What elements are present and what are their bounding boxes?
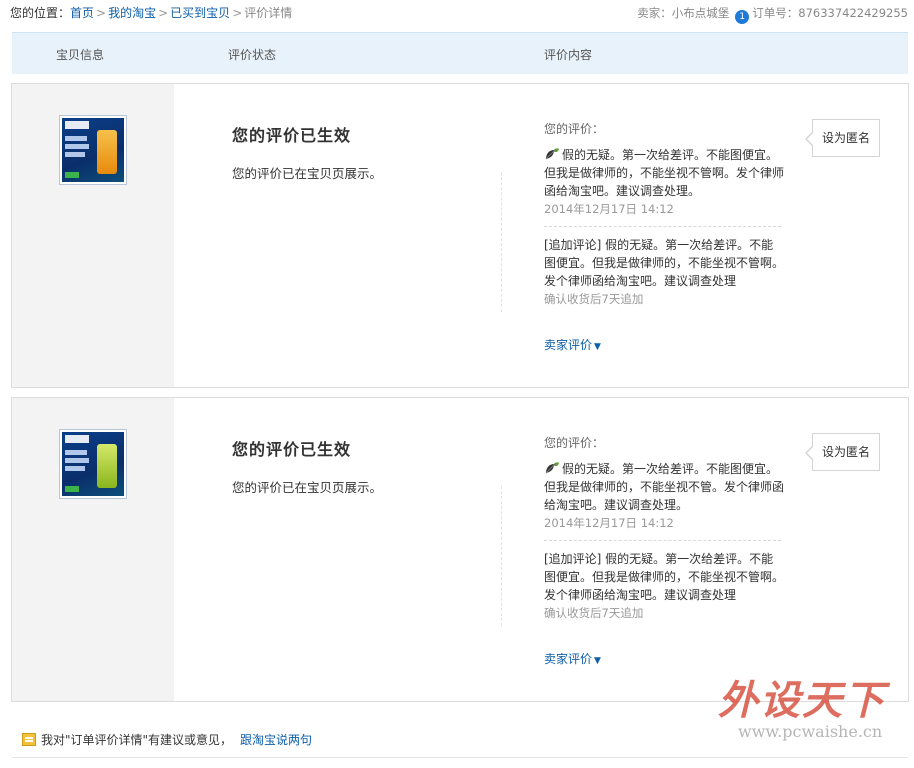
product-badge	[65, 486, 79, 492]
seller-review-toggle[interactable]: 卖家评价 ▼	[544, 336, 601, 353]
header-item-info: 宝贝信息	[56, 48, 105, 62]
breadcrumb: 您的位置：首页 > 我的淘宝 > 已买到宝贝 > 评价详情	[10, 4, 292, 21]
seller-review-label: 卖家评价	[544, 338, 593, 352]
breadcrumb-prefix: 您的位置：	[10, 6, 71, 20]
review-divider	[544, 540, 781, 541]
review-date: 2014年12月17日 14:12	[544, 202, 674, 216]
order-number: 876337422429255	[798, 6, 908, 20]
review-block: 您的评价已生效 您的评价已在宝贝页展示。 您的评价： 假的无疑。第一次给差评。不…	[11, 83, 909, 388]
table-header: 宝贝信息 评价状态 评价内容	[12, 32, 908, 74]
add-review-hint: 确认收货后7天追加	[544, 292, 644, 306]
column-divider	[501, 486, 502, 626]
seller-review-toggle[interactable]: 卖家评价 ▼	[544, 650, 601, 667]
my-review-label: 您的评价：	[544, 436, 605, 450]
seller-order-info: 卖家：小布点城堡 1 订单号：876337422429255	[637, 5, 908, 24]
watermark-logo-text: 外设天下	[718, 678, 886, 724]
review-text: 假的无疑。第一次给差评。不能图便宜。 但我是做律师的，不能坐视不管啊。发个律师 …	[544, 146, 789, 218]
item-info-cell	[12, 398, 174, 701]
status-title: 您的评价已生效	[232, 126, 352, 145]
chevron-down-icon: ▼	[594, 342, 601, 352]
status-title: 您的评价已生效	[232, 440, 352, 459]
set-anonymous-button[interactable]: 设为匿名	[805, 433, 880, 471]
add-review-line: [追加评论] 假的无疑。第一次给差评。不能	[544, 238, 774, 252]
breadcrumb-bought-link[interactable]: 已买到宝贝	[170, 6, 230, 20]
brand-logo	[65, 435, 89, 443]
top-bar: 您的位置：首页 > 我的淘宝 > 已买到宝贝 > 评价详情 卖家：小布点城堡 1 订单号：876…	[0, 0, 914, 24]
wangwang-chat-icon[interactable]: 1	[735, 10, 750, 24]
feedback-footer: 我对"订单评价详情"有建议或意见， 跟淘宝说两句	[22, 731, 312, 748]
item-info-cell	[12, 84, 174, 387]
watermark-url: www.pcwaishe.cn	[738, 722, 883, 741]
feedback-icon	[22, 733, 36, 746]
feedback-link[interactable]: 跟淘宝说两句	[240, 733, 312, 747]
product-text-line	[65, 136, 87, 141]
add-review-line: [追加评论] 假的无疑。第一次给差评。不能	[544, 552, 774, 566]
product-badge	[65, 172, 79, 178]
product-bottle	[97, 444, 117, 488]
product-image	[62, 118, 124, 182]
seller-name[interactable]: 小布点城堡	[672, 6, 730, 20]
additional-review: [追加评论] 假的无疑。第一次给差评。不能 图便宜。但我是做律师的，不能坐视不管…	[544, 550, 789, 622]
watermark: 外设天下 www.pcwaishe.cn	[712, 668, 892, 758]
review-line: 但我是做律师的，不能坐视不管啊。发个律师	[544, 166, 785, 180]
status-description: 您的评价已在宝贝页展示。	[232, 166, 383, 181]
product-text-line	[65, 152, 85, 157]
negative-review-leaf-icon	[545, 148, 559, 160]
my-review: 您的评价： 假的无疑。第一次给差评。不能图便宜。 但我是做律师的，不能坐视不管啊…	[544, 120, 789, 218]
breadcrumb-separator: >	[96, 6, 107, 20]
product-image	[62, 432, 124, 496]
breadcrumb-home-link[interactable]: 首页	[70, 6, 94, 20]
product-text-line	[65, 458, 89, 463]
additional-review: [追加评论] 假的无疑。第一次给差评。不能 图便宜。但我是做律师的，不能坐视不管…	[544, 236, 789, 308]
breadcrumb-separator: >	[158, 6, 169, 20]
review-line: 但我是做律师的，不能坐视不管。发个律师函	[544, 480, 785, 494]
add-review-line: 图便宜。但我是做律师的，不能坐视不管啊。	[544, 570, 785, 584]
review-text: 假的无疑。第一次给差评。不能图便宜。 但我是做律师的，不能坐视不管。发个律师函 …	[544, 460, 789, 532]
add-review-line: 图便宜。但我是做律师的，不能坐视不管啊。	[544, 256, 785, 270]
add-review-line: 发个律师函给淘宝吧。建议调查处理	[544, 274, 737, 288]
seller-label: 卖家：	[637, 6, 672, 20]
review-divider	[544, 226, 781, 227]
add-review-line: 发个律师函给淘宝吧。建议调查处理	[544, 588, 737, 602]
set-anonymous-button[interactable]: 设为匿名	[805, 119, 880, 157]
product-thumbnail[interactable]	[59, 115, 127, 185]
product-text-line	[65, 466, 85, 471]
my-review: 您的评价： 假的无疑。第一次给差评。不能图便宜。 但我是做律师的，不能坐视不管。…	[544, 434, 789, 532]
review-line: 假的无疑。第一次给差评。不能图便宜。	[562, 148, 779, 162]
product-thumbnail[interactable]	[59, 429, 127, 499]
negative-review-leaf-icon	[545, 462, 559, 474]
header-review-content: 评价内容	[544, 48, 593, 62]
breadcrumb-my-taobao-link[interactable]: 我的淘宝	[108, 6, 156, 20]
seller-review-label: 卖家评价	[544, 652, 593, 666]
chevron-down-icon: ▼	[594, 656, 601, 666]
product-bottle	[97, 130, 117, 174]
breadcrumb-separator: >	[232, 6, 243, 20]
feedback-text: 我对"订单评价详情"有建议或意见，	[41, 733, 233, 747]
review-line: 给淘宝吧。建议调查处理。	[544, 498, 689, 512]
add-review-hint: 确认收货后7天追加	[544, 606, 644, 620]
review-date: 2014年12月17日 14:12	[544, 516, 674, 530]
product-text-line	[65, 144, 89, 149]
product-text-line	[65, 450, 87, 455]
column-divider	[501, 172, 502, 312]
review-line: 函给淘宝吧。建议调查处理。	[544, 184, 701, 198]
review-line: 假的无疑。第一次给差评。不能图便宜。	[562, 462, 779, 476]
header-review-status: 评价状态	[228, 48, 277, 62]
brand-logo	[65, 121, 89, 129]
review-block: 您的评价已生效 您的评价已在宝贝页展示。 您的评价： 假的无疑。第一次给差评。不…	[11, 397, 909, 702]
breadcrumb-current: 评价详情	[244, 6, 293, 20]
order-label: 订单号：	[752, 6, 799, 20]
status-description: 您的评价已在宝贝页展示。	[232, 480, 383, 495]
my-review-label: 您的评价：	[544, 122, 605, 136]
